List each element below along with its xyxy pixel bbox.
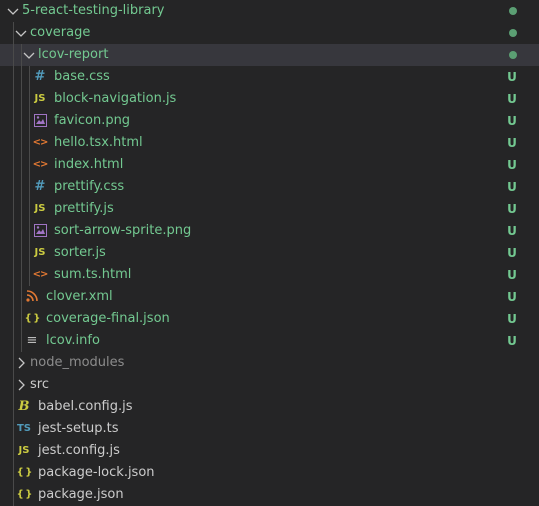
chevron-right-icon[interactable] [13, 374, 29, 396]
tree-item-label: coverage [30, 25, 91, 40]
css-icon: # [34, 179, 46, 194]
folder-coverage[interactable]: coverage [0, 22, 539, 44]
json-icon: { } [16, 489, 33, 500]
folder-node-modules[interactable]: node_modules [0, 352, 539, 374]
js-icon: JS [34, 93, 46, 104]
css-icon: # [34, 69, 46, 84]
tree-item-label: package-lock.json [38, 465, 155, 480]
html-icon: <> [32, 269, 49, 280]
git-status-badge: U [507, 92, 517, 106]
file-prettify-css[interactable]: # prettify.css U [0, 176, 539, 198]
file-sum-ts-html[interactable]: <> sum.ts.html U [0, 264, 539, 286]
tree-item-label: index.html [54, 157, 124, 172]
tree-item-label: prettify.js [54, 201, 114, 216]
folder-src[interactable]: src [0, 374, 539, 396]
chevron-down-icon[interactable] [21, 44, 37, 66]
tree-item-label: base.css [54, 69, 110, 84]
tree-item-label: src [30, 377, 49, 392]
file-package-lock-json[interactable]: { } package-lock.json [0, 462, 539, 484]
git-status-badge: U [507, 114, 517, 128]
chevron-down-icon[interactable] [13, 22, 29, 44]
git-status-badge: U [507, 202, 517, 216]
file-hello-tsx-html[interactable]: <> hello.tsx.html U [0, 132, 539, 154]
git-status-badge: U [507, 268, 517, 282]
indent-guide [13, 22, 14, 506]
file-index-html[interactable]: <> index.html U [0, 154, 539, 176]
tree-item-label: hello.tsx.html [54, 135, 143, 150]
tree-item-label: lcov-report [38, 47, 109, 62]
image-icon [32, 220, 48, 242]
js-icon: JS [18, 445, 30, 456]
js-icon: JS [34, 203, 46, 214]
file-lcov-info[interactable]: ≡ lcov.info U [0, 330, 539, 352]
json-icon: { } [16, 467, 33, 478]
tree-item-label: sort-arrow-sprite.png [54, 223, 192, 238]
file-babel-config-js[interactable]: Bbabel.config.js [0, 396, 539, 418]
info-icon: ≡ [26, 333, 38, 348]
git-status-badge: U [507, 70, 517, 84]
git-modified-dot [509, 51, 517, 59]
indent-guide [21, 44, 22, 352]
folder-5-react-testing-library[interactable]: 5-react-testing-library [0, 0, 539, 22]
rss-icon [24, 286, 40, 308]
indent-guide [29, 66, 30, 286]
tree-item-label: babel.config.js [38, 399, 133, 414]
git-status-badge: U [507, 290, 517, 304]
git-status-badge: U [507, 334, 517, 348]
tree-item-label: block-navigation.js [54, 91, 177, 106]
tree-item-label: 5-react-testing-library [22, 3, 165, 18]
git-modified-dot [509, 29, 517, 37]
file-block-navigation-js[interactable]: JS block-navigation.js U [0, 88, 539, 110]
tree-item-label: coverage-final.json [46, 311, 170, 326]
tree-item-label: sorter.js [54, 245, 106, 260]
folder-lcov-report[interactable]: lcov-report [0, 44, 539, 66]
file-base-css[interactable]: # base.css U [0, 66, 539, 88]
chevron-down-icon[interactable] [5, 0, 21, 22]
file-jest-setup-ts[interactable]: TS jest-setup.ts [0, 418, 539, 440]
tree-item-label: node_modules [30, 355, 125, 370]
git-status-badge: U [507, 246, 517, 260]
tree-item-label: jest-setup.ts [38, 421, 119, 436]
tree-item-label: package.json [38, 487, 124, 502]
file-package-json[interactable]: { } package.json [0, 484, 539, 506]
file-coverage-final-json[interactable]: { } coverage-final.json U [0, 308, 539, 330]
file-clover-xml[interactable]: clover.xml U [0, 286, 539, 308]
tree-item-label: sum.ts.html [54, 267, 132, 282]
file-sorter-js[interactable]: JS sorter.js U [0, 242, 539, 264]
image-icon [32, 110, 48, 132]
babel-icon: B [18, 399, 30, 414]
file-favicon-png[interactable]: favicon.png U [0, 110, 539, 132]
git-modified-dot [509, 7, 517, 15]
html-icon: <> [32, 159, 49, 170]
tree-item-label: clover.xml [46, 289, 113, 304]
file-jest-config-js[interactable]: JS jest.config.js [0, 440, 539, 462]
git-status-badge: U [507, 136, 517, 150]
ts-icon: TS [16, 423, 32, 434]
file-prettify-js[interactable]: JS prettify.js U [0, 198, 539, 220]
tree-item-label: favicon.png [54, 113, 131, 128]
git-status-badge: U [507, 224, 517, 238]
tree-item-label: lcov.info [46, 333, 100, 348]
html-icon: <> [32, 137, 49, 148]
tree-item-label: jest.config.js [38, 443, 120, 458]
js-icon: JS [34, 247, 46, 258]
file-explorer-tree: 5-react-testing-library coverage lcov-repo… [0, 0, 539, 506]
tree-item-label: prettify.css [54, 179, 125, 194]
file-sort-arrow-sprite-png[interactable]: sort-arrow-sprite.png U [0, 220, 539, 242]
git-status-badge: U [507, 180, 517, 194]
chevron-right-icon[interactable] [13, 352, 29, 374]
json-icon: { } [24, 313, 41, 324]
git-status-badge: U [507, 312, 517, 326]
git-status-badge: U [507, 158, 517, 172]
